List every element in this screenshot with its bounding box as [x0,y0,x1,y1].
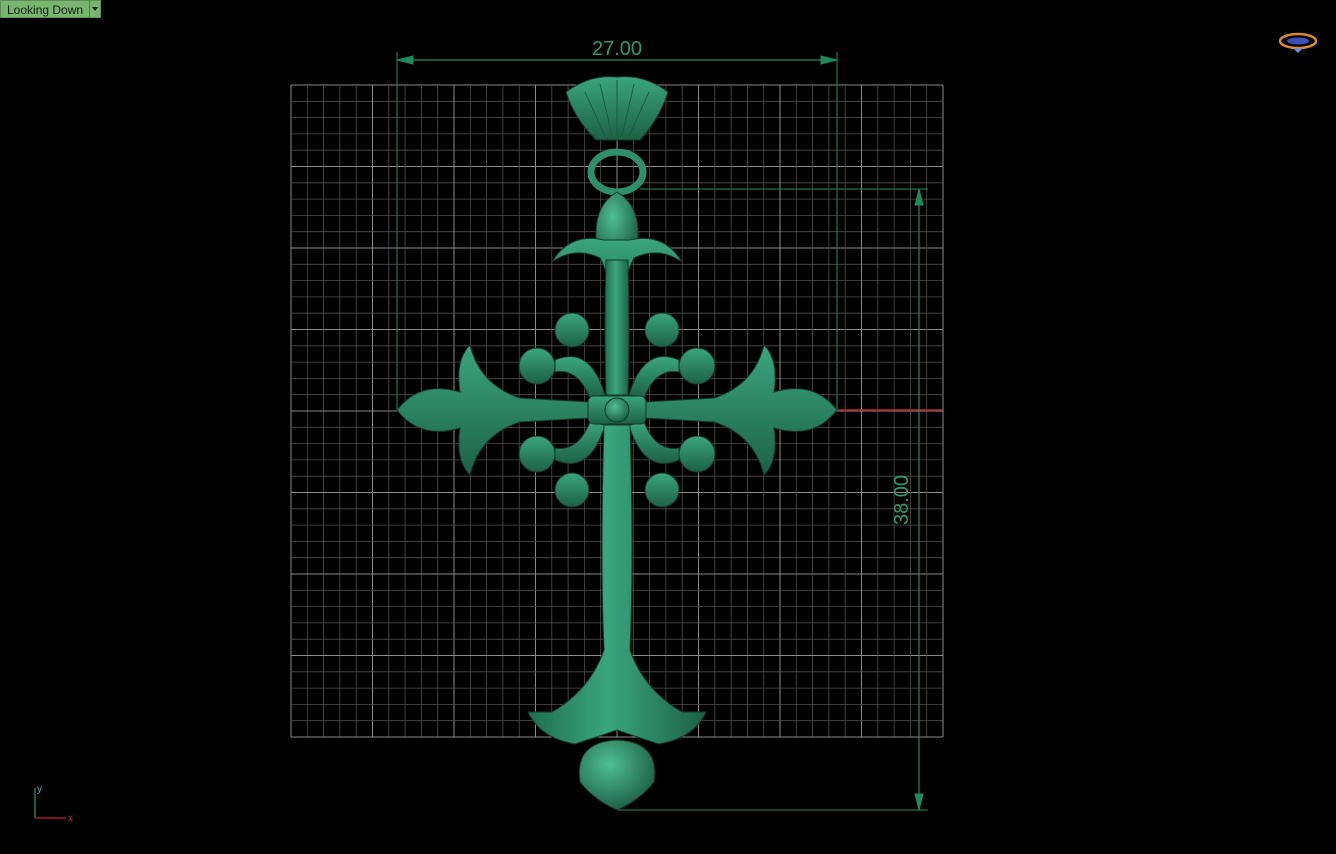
x-axis-label: x [68,813,73,824]
gem-ring-logo-icon[interactable] [1278,32,1318,53]
scroll-lower-right [644,472,680,508]
scroll-mid-right [678,347,716,385]
y-axis-label: y [37,784,42,795]
width-dimension-label: 27.00 [592,38,642,60]
bottom-bulb [578,739,656,811]
scene-canvas[interactable]: 27.00 38.00 y x [0,0,1336,854]
arrow-right-icon [820,55,838,65]
arrow-left-icon [396,55,414,65]
curl-upper-right [628,356,680,399]
curl-lower-left [554,421,606,464]
scroll-lower-mid-right [678,435,716,473]
scroll-upper-right [644,312,680,348]
scroll-lower-mid-left [518,435,556,473]
scroll-upper-left [554,312,590,348]
height-dimension-label: 38.00 [891,475,913,525]
scroll-lower-left [554,472,590,508]
scroll-mid-left [518,347,556,385]
curl-upper-left [554,356,606,399]
arrow-up-icon [914,188,924,206]
center-boss [604,397,630,423]
arrow-down-icon [914,793,924,811]
lower-stem [527,424,707,745]
viewport-looking-down[interactable]: Looking Down 27.00 38.00 y x [0,0,1336,854]
curl-lower-right [628,421,680,464]
upper-stem [604,259,630,396]
